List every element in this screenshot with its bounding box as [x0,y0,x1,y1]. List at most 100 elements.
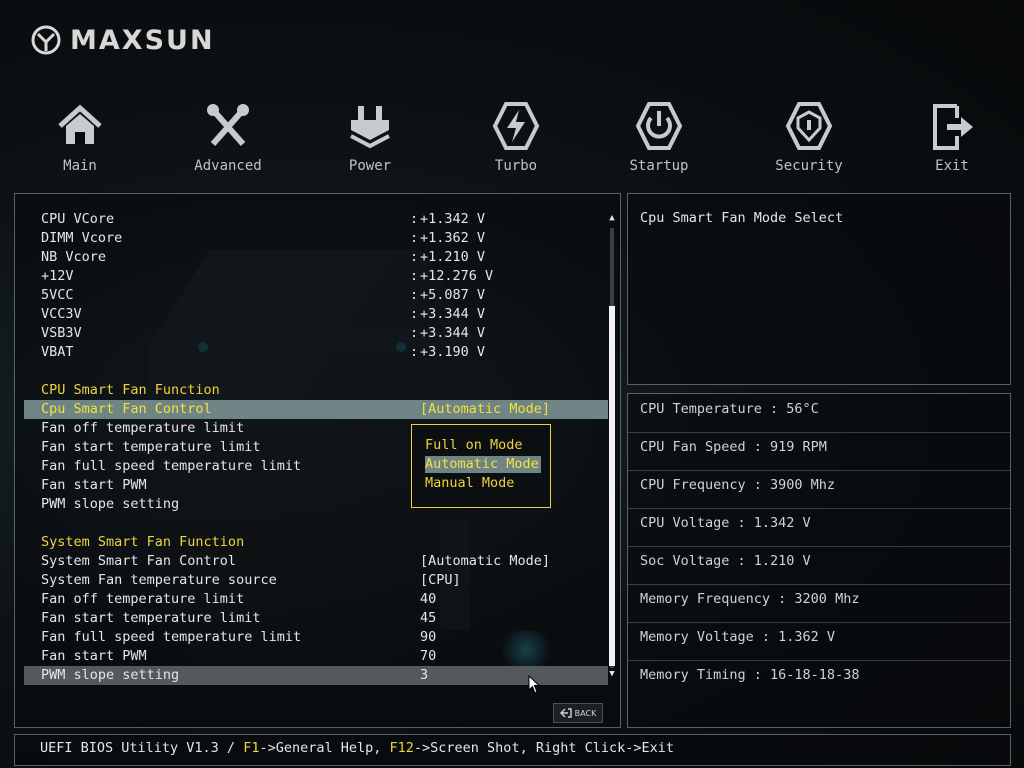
setting-row[interactable]: Fan off temperature limit 40 [24,590,608,609]
setting-row-cpu-smart-fan-control[interactable]: Cpu Smart Fan Control [Automatic Mode] [24,400,608,419]
setting-label: Fan full speed temperature limit [41,458,302,474]
info-row: Soc Voltage : 1.210 V [628,546,1010,585]
info-row: CPU Frequency : 3900 Mhz [628,470,1010,509]
f1-key: F1 [243,740,260,756]
info-text: Memory Timing : 16-18-18-38 [640,667,860,683]
f12-description: ->Screen Shot, Right Click->Exit [413,740,674,756]
setting-label: CPU VCore [41,211,115,227]
separator: : [410,268,419,284]
nav-label: Turbo [494,158,538,174]
dropdown-option-selected[interactable]: Automatic Mode [425,456,541,473]
info-row: CPU Fan Speed : 919 RPM [628,432,1010,471]
info-row: Memory Voltage : 1.362 V [628,622,1010,661]
nav-label: Security [775,158,843,174]
setting-label: VBAT [41,344,74,360]
exit-icon [933,104,973,150]
setting-label: Fan start temperature limit [41,610,261,626]
info-text: Soc Voltage : 1.210 V [640,553,811,569]
voltage-row: VBAT : +3.190 V [24,343,608,362]
brand-name: MAXSUN [70,24,215,56]
setting-row[interactable]: Fan start PWM 70 [24,647,608,666]
setting-row[interactable]: Fan full speed temperature limit 90 [24,628,608,647]
voltage-row: VCC3V : +3.344 V [24,305,608,324]
voltage-row: NB Vcore : +1.210 V [24,248,608,267]
status-prefix: UEFI BIOS Utility V1.3 / [40,740,244,756]
scroll-up-arrow-icon[interactable]: ▲ [608,214,616,223]
back-button[interactable]: BACK [553,703,603,723]
voltage-row: CPU VCore : +1.342 V [24,210,608,229]
shield-icon [785,102,833,150]
nav-item-turbo[interactable]: Turbo [461,100,571,174]
info-text: Memory Voltage : 1.362 V [640,629,836,645]
status-text: UEFI BIOS Utility V1.3 / F1->General Hel… [40,740,674,756]
setting-value: +12.276 V [420,268,494,284]
nav-label: Main [63,158,97,174]
nav-item-exit[interactable]: Exit [897,100,1007,174]
setting-label: VSB3V [41,325,82,341]
setting-label: PWM slope setting [41,496,180,512]
separator: : [410,325,419,341]
setting-value: +1.342 V [420,211,486,227]
setting-label: 5VCC [41,287,74,303]
nav-item-security[interactable]: Security [754,100,864,174]
scroll-down-arrow-icon[interactable]: ▼ [608,670,616,679]
separator: : [410,211,419,227]
setting-label: Fan off temperature limit [41,591,245,607]
setting-value: 70 [420,648,437,664]
power-plug-icon [350,106,390,149]
setting-label: Fan start PWM [41,477,147,493]
info-row: Memory Timing : 16-18-18-38 [628,660,1010,698]
setting-row[interactable]: System Smart Fan Control [Automatic Mode… [24,552,608,571]
setting-label: DIMM Vcore [41,230,123,246]
setting-label: System Smart Fan Control [41,553,237,569]
info-text: CPU Frequency : 3900 Mhz [640,477,836,493]
tools-icon [207,104,249,146]
fan-mode-dropdown: Full on Mode Automatic Mode Manual Mode [411,424,551,508]
separator: : [410,230,419,246]
f1-description: ->General Help, [259,740,390,756]
separator: : [410,344,419,360]
setting-row[interactable]: System Fan temperature source [CPU] [24,571,608,590]
setting-row[interactable]: PWM slope setting 3 [24,666,608,685]
status-bar: UEFI BIOS Utility V1.3 / F1->General Hel… [14,734,1011,766]
section-title: CPU Smart Fan Function [41,382,220,398]
brand-logo: MAXSUN [30,24,215,56]
setting-row[interactable]: Fan start temperature limit 45 [24,609,608,628]
f12-key: F12 [389,740,414,756]
voltage-row: 5VCC : +5.087 V [24,286,608,305]
nav-item-power[interactable]: Power [315,100,425,174]
voltage-row: +12V : +12.276 V [24,267,608,286]
section-heading: System Smart Fan Function [24,533,608,552]
voltage-row: DIMM Vcore : +1.362 V [24,229,608,248]
top-nav: Main Advanced Power Turbo Startup Securi… [0,100,1024,190]
system-info-panel: CPU Temperature : 56°C CPU Fan Speed : 9… [627,393,1011,728]
setting-label: PWM slope setting [41,667,180,683]
dropdown-option[interactable]: Manual Mode [425,475,514,492]
info-text: Memory Frequency : 3200 Mhz [640,591,860,607]
separator: : [410,249,419,265]
lightning-icon [492,102,540,150]
dropdown-option[interactable]: Full on Mode [425,437,523,454]
setting-value: +1.362 V [420,230,486,246]
setting-label: Fan start PWM [41,648,147,664]
setting-label: NB Vcore [41,249,107,265]
nav-item-startup[interactable]: Startup [604,100,714,174]
setting-label: +12V [41,268,74,284]
setting-label: Cpu Smart Fan Control [41,401,212,417]
settings-panel: CPU VCore : +1.342 V DIMM Vcore : +1.362… [14,193,621,728]
setting-value: [Automatic Mode] [420,401,551,417]
nav-item-advanced[interactable]: Advanced [173,100,283,174]
section-heading: CPU Smart Fan Function [24,381,608,400]
scrollbar-thumb[interactable] [609,306,615,666]
power-button-icon [635,102,683,150]
help-text: Cpu Smart Fan Mode Select [640,210,844,226]
setting-value: 3 [420,667,429,683]
info-text: CPU Fan Speed : 919 RPM [640,439,827,455]
nav-label: Exit [935,158,969,174]
setting-value: 90 [420,629,437,645]
nav-item-main[interactable]: Main [25,100,135,174]
info-row: Memory Frequency : 3200 Mhz [628,584,1010,623]
help-panel: Cpu Smart Fan Mode Select [627,193,1011,385]
mouse-cursor-icon [528,675,541,694]
setting-value: +5.087 V [420,287,486,303]
